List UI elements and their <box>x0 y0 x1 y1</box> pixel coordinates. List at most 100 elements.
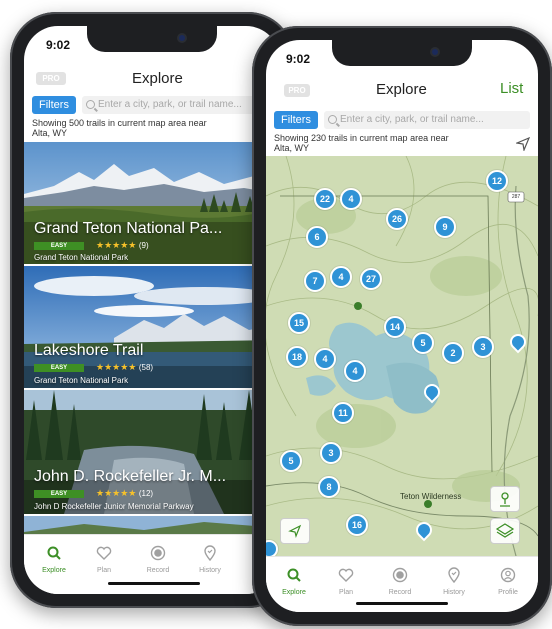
trail-cluster[interactable]: 15 <box>288 312 310 334</box>
park-name: John D Rockefeller Junior Memorial Parkw… <box>34 502 194 511</box>
trail-name: John D. Rockefeller Jr. M... <box>34 468 227 485</box>
camera <box>432 49 438 55</box>
trail-cluster[interactable]: 26 <box>386 208 408 230</box>
pro-badge[interactable]: PRO <box>284 84 310 97</box>
tab-explore[interactable]: Explore <box>32 545 76 574</box>
trail-cluster[interactable]: 14 <box>384 316 406 338</box>
filters-button[interactable]: Filters <box>274 111 318 129</box>
trail-count: Showing 500 trails in current map area n… <box>32 118 207 138</box>
trail-cluster[interactable]: 2 <box>442 342 464 364</box>
tab-label: Explore <box>282 589 306 596</box>
trail-cluster[interactable]: 6 <box>306 226 328 248</box>
tab-history[interactable]: History <box>432 567 476 596</box>
camera <box>179 35 185 41</box>
review-count: (9) <box>138 241 149 250</box>
search-icon <box>47 546 61 560</box>
phone-right-screen: 9:02 PRO Explore List Filters Enter a ci… <box>266 40 538 612</box>
tab-history[interactable]: History <box>188 545 232 574</box>
trail-count-line2: Alta, WY <box>32 128 68 138</box>
home-indicator[interactable] <box>356 602 448 605</box>
trail-count: Showing 230 trails in current map area n… <box>274 133 449 153</box>
tab-label: Plan <box>96 567 111 574</box>
tab-plan[interactable]: Plan <box>82 545 126 574</box>
list-button[interactable]: List <box>500 80 523 97</box>
page-title: Explore <box>376 81 427 98</box>
trail-card[interactable]: Grand Teton National Pa... EASY ★★★★★ (9… <box>24 142 280 264</box>
tab-record[interactable]: Record <box>136 545 180 574</box>
trail-cluster[interactable]: 4 <box>340 188 362 210</box>
search-icon <box>86 100 95 109</box>
tab-explore[interactable]: Explore <box>272 567 316 596</box>
trail-cluster[interactable]: 3 <box>320 442 342 464</box>
filters-button[interactable]: Filters <box>32 96 76 114</box>
location-arrow-icon[interactable] <box>516 137 530 151</box>
trail-cluster[interactable]: 3 <box>472 336 494 358</box>
review-count: (12) <box>138 489 154 498</box>
rating-stars: ★★★★★ (58) <box>96 362 154 373</box>
trail-cluster[interactable]: 27 <box>360 268 382 290</box>
road-shield: 287 <box>511 194 521 200</box>
trail-cluster[interactable]: 8 <box>318 476 340 498</box>
trail-cluster[interactable]: 16 <box>346 514 368 536</box>
trail-cluster[interactable]: 4 <box>344 360 366 382</box>
hiker-location-button[interactable] <box>490 486 520 512</box>
record-icon <box>392 567 408 583</box>
notch <box>332 40 472 66</box>
status-time: 9:02 <box>46 38 71 52</box>
rating-stars: ★★★★★ (12) <box>96 489 154 499</box>
trail-count-line1: Showing 230 trails in current map area n… <box>274 133 449 143</box>
phone-left-screen: 9:02 PRO Explore Filters Enter a city, p… <box>24 26 280 594</box>
record-icon <box>150 545 166 561</box>
review-count: (58) <box>138 363 154 372</box>
stars-icon: ★★★★★ <box>96 362 137 372</box>
search-input[interactable]: Enter a city, park, or trail name... <box>324 111 530 129</box>
trail-cluster[interactable]: 18 <box>286 346 308 368</box>
trail-map[interactable]: 287 12 22 4 26 9 6 7 4 27 15 14 5 2 3 18… <box>266 156 538 556</box>
tab-label: Plan <box>338 589 353 596</box>
stars-icon: ★★★★★ <box>96 240 137 250</box>
trail-cluster[interactable]: 12 <box>486 170 508 192</box>
trail-cluster[interactable]: 9 <box>434 216 456 238</box>
profile-icon <box>500 567 516 583</box>
location-check-icon <box>448 567 460 583</box>
tab-profile[interactable]: Profile <box>486 567 530 596</box>
trail-cluster[interactable]: 22 <box>314 188 336 210</box>
trail-count-line2: Alta, WY <box>274 143 310 153</box>
park-name: Grand Teton National Park <box>34 253 129 262</box>
heart-icon <box>338 568 354 582</box>
tab-label: Profile <box>498 589 518 596</box>
trail-card[interactable]: Lakeshore Trail EASY ★★★★★ (58) Grand Te… <box>24 266 280 388</box>
tab-bar: Explore Plan Record History <box>24 534 280 594</box>
trail-cluster[interactable]: 5 <box>280 450 302 472</box>
pro-badge[interactable]: PRO <box>36 72 66 85</box>
trail-card[interactable]: John D. Rockefeller Jr. M... EASY ★★★★★ … <box>24 390 280 514</box>
tab-label: Record <box>388 589 412 596</box>
trail-cluster[interactable]: 5 <box>412 332 434 354</box>
trail-cluster[interactable]: 4 <box>330 266 352 288</box>
difficulty-badge: EASY <box>34 242 84 250</box>
layers-button[interactable] <box>490 518 520 544</box>
trail-cluster[interactable]: 4 <box>314 348 336 370</box>
tab-label: Explore <box>42 567 66 574</box>
search-placeholder: Enter a city, park, or trail name... <box>98 99 242 110</box>
search-input[interactable]: Enter a city, park, or trail name... <box>82 96 278 114</box>
tab-label: History <box>199 567 221 574</box>
trail-cluster[interactable]: 7 <box>304 270 326 292</box>
hiker-pin-icon <box>500 492 510 507</box>
park-name: Grand Teton National Park <box>34 376 129 385</box>
search-placeholder: Enter a city, park, or trail name... <box>340 114 484 125</box>
heart-icon <box>96 546 112 560</box>
area-label: Teton Wilderness <box>400 492 462 501</box>
notch <box>87 26 217 52</box>
location-button[interactable] <box>280 518 310 544</box>
home-indicator[interactable] <box>108 582 200 585</box>
trail-name: Grand Teton National Pa... <box>34 220 223 237</box>
trail-name: Lakeshore Trail <box>34 342 144 359</box>
rating-stars: ★★★★★ (9) <box>96 240 149 251</box>
status-time: 9:02 <box>286 52 311 66</box>
tab-record[interactable]: Record <box>378 567 422 596</box>
page-title: Explore <box>132 70 183 87</box>
tab-plan[interactable]: Plan <box>324 567 368 596</box>
trail-cluster[interactable]: 11 <box>332 402 354 424</box>
location-check-icon <box>204 545 216 561</box>
